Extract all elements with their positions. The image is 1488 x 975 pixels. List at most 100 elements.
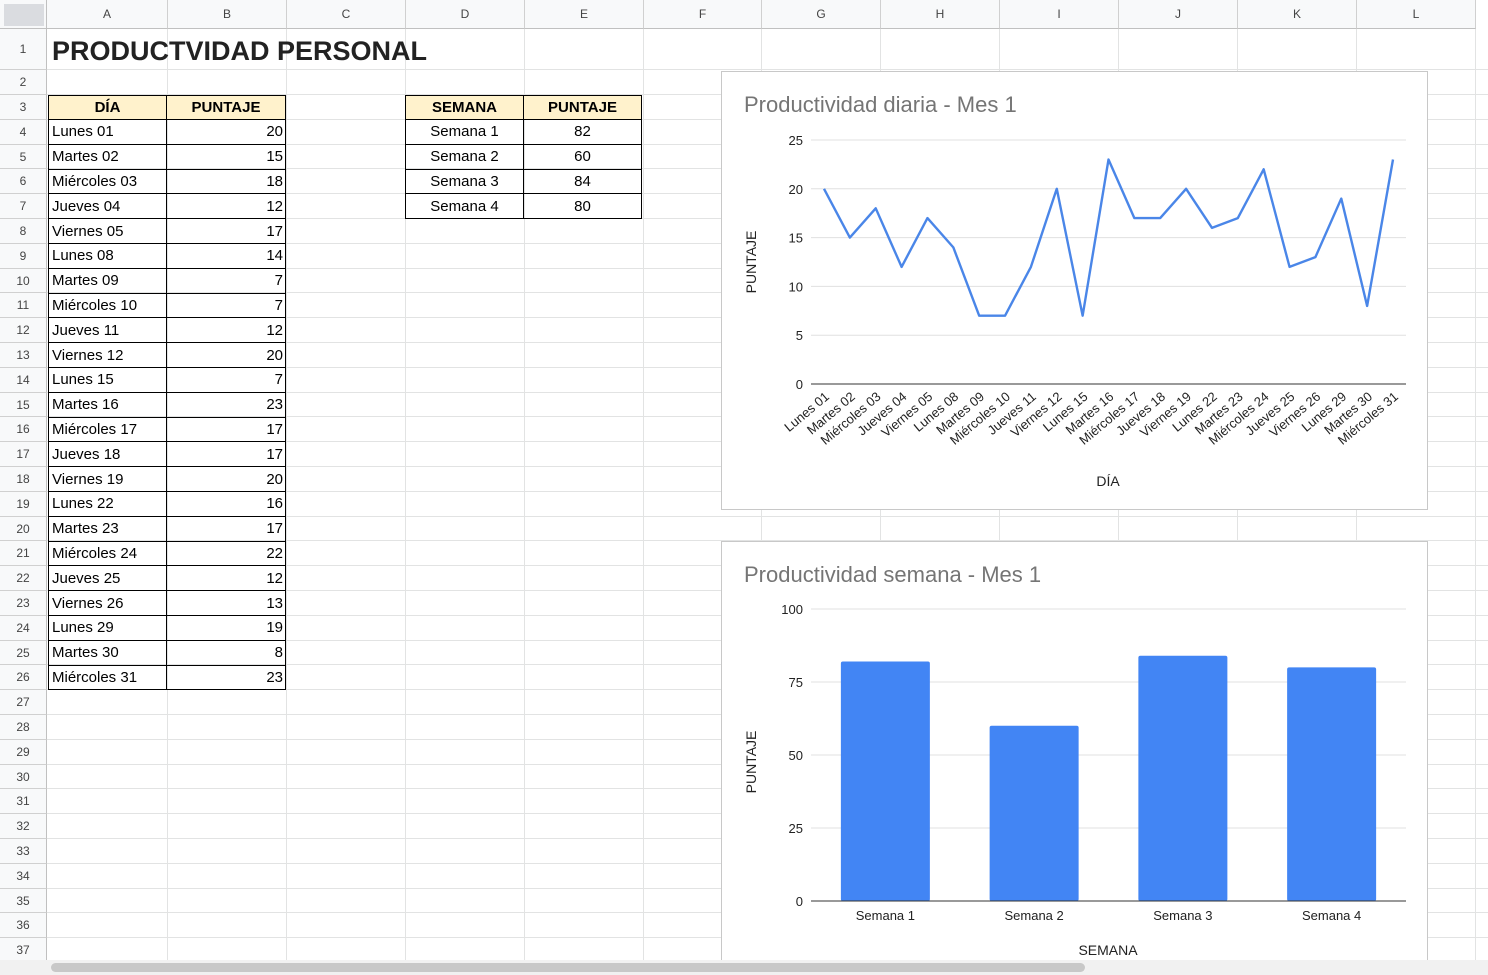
row-header[interactable]: 26 bbox=[0, 665, 47, 691]
score-cell[interactable]: 17 bbox=[166, 515, 286, 542]
row-header[interactable]: 1 bbox=[0, 29, 47, 70]
day-cell[interactable]: Martes 16 bbox=[48, 391, 167, 418]
weekly-productivity-chart[interactable]: Productividad semana - Mes 1 0 25 50 75 100 S… bbox=[721, 541, 1428, 960]
row-header[interactable]: 28 bbox=[0, 715, 47, 740]
bar[interactable] bbox=[989, 725, 1079, 901]
column-header[interactable]: L bbox=[1357, 0, 1476, 29]
row-header[interactable]: 32 bbox=[0, 814, 47, 839]
row-header[interactable]: 25 bbox=[0, 640, 47, 666]
column-header[interactable]: I bbox=[1000, 0, 1119, 29]
score-cell[interactable]: 15 bbox=[166, 143, 286, 170]
column-header[interactable]: J bbox=[1119, 0, 1238, 29]
day-cell[interactable]: Martes 23 bbox=[48, 515, 167, 542]
score-cell[interactable]: 8 bbox=[166, 639, 286, 666]
header-week-score[interactable]: PUNTAJE bbox=[523, 95, 642, 120]
day-cell[interactable]: Martes 02 bbox=[48, 143, 167, 170]
header-week[interactable]: SEMANA bbox=[405, 95, 524, 120]
header-day[interactable]: DÍA bbox=[48, 95, 167, 120]
row-header[interactable]: 19 bbox=[0, 491, 47, 517]
day-cell[interactable]: Jueves 25 bbox=[48, 565, 167, 592]
day-cell[interactable]: Lunes 15 bbox=[48, 366, 167, 393]
row-header[interactable]: 9 bbox=[0, 243, 47, 269]
bar[interactable] bbox=[1138, 655, 1228, 901]
row-header[interactable]: 35 bbox=[0, 888, 47, 914]
row-header[interactable]: 22 bbox=[0, 566, 47, 591]
row-header[interactable]: 14 bbox=[0, 367, 47, 393]
row-header[interactable]: 30 bbox=[0, 764, 47, 790]
day-cell[interactable]: Jueves 11 bbox=[48, 317, 167, 344]
score-cell[interactable]: 20 bbox=[166, 119, 286, 145]
row-header[interactable]: 6 bbox=[0, 169, 47, 195]
horizontal-scrollbar-thumb[interactable] bbox=[51, 963, 1085, 972]
score-cell[interactable]: 7 bbox=[166, 292, 286, 319]
row-header[interactable]: 4 bbox=[0, 119, 47, 145]
header-score[interactable]: PUNTAJE bbox=[166, 95, 286, 120]
row-header[interactable]: 2 bbox=[0, 70, 47, 95]
row-header[interactable]: 29 bbox=[0, 739, 47, 765]
row-header[interactable]: 34 bbox=[0, 863, 47, 889]
select-all-corner[interactable] bbox=[0, 0, 47, 29]
score-cell[interactable]: 12 bbox=[166, 317, 286, 344]
score-cell[interactable]: 12 bbox=[166, 565, 286, 592]
column-header[interactable]: A bbox=[47, 0, 168, 29]
column-header[interactable]: C bbox=[287, 0, 406, 29]
row-header[interactable]: 33 bbox=[0, 839, 47, 864]
day-cell[interactable]: Viernes 19 bbox=[48, 466, 167, 492]
day-cell[interactable]: Lunes 01 bbox=[48, 119, 167, 145]
row-header[interactable]: 8 bbox=[0, 219, 47, 244]
row-header[interactable]: 18 bbox=[0, 467, 47, 492]
row-header[interactable]: 31 bbox=[0, 789, 47, 815]
column-header[interactable]: D bbox=[406, 0, 525, 29]
score-cell[interactable]: 23 bbox=[166, 664, 286, 691]
day-cell[interactable]: Miércoles 24 bbox=[48, 540, 167, 567]
day-cell[interactable]: Martes 09 bbox=[48, 267, 167, 294]
score-cell[interactable]: 7 bbox=[166, 366, 286, 393]
day-cell[interactable]: Viernes 05 bbox=[48, 218, 167, 244]
column-header[interactable]: E bbox=[525, 0, 644, 29]
column-header[interactable]: F bbox=[644, 0, 762, 29]
score-cell[interactable]: 16 bbox=[166, 490, 286, 517]
score-cell[interactable]: 14 bbox=[166, 242, 286, 269]
day-cell[interactable]: Martes 30 bbox=[48, 639, 167, 666]
score-cell[interactable]: 22 bbox=[166, 540, 286, 567]
day-cell[interactable]: Viernes 12 bbox=[48, 342, 167, 368]
row-header[interactable]: 15 bbox=[0, 392, 47, 418]
row-header[interactable]: 20 bbox=[0, 516, 47, 542]
row-header[interactable]: 17 bbox=[0, 442, 47, 467]
bar[interactable] bbox=[1287, 667, 1377, 901]
row-header[interactable]: 12 bbox=[0, 318, 47, 343]
score-cell[interactable]: 7 bbox=[166, 267, 286, 294]
daily-productivity-chart[interactable]: Productividad diaria - Mes 1 0 5 10 15 20 25 L… bbox=[721, 71, 1428, 510]
row-header[interactable]: 10 bbox=[0, 268, 47, 294]
score-cell[interactable]: 18 bbox=[166, 168, 286, 195]
day-cell[interactable]: Lunes 22 bbox=[48, 490, 167, 517]
day-cell[interactable]: Miércoles 17 bbox=[48, 416, 167, 443]
column-header[interactable]: K bbox=[1238, 0, 1357, 29]
row-header[interactable]: 37 bbox=[0, 938, 47, 960]
row-header[interactable]: 16 bbox=[0, 417, 47, 443]
day-cell[interactable]: Miércoles 03 bbox=[48, 168, 167, 195]
week-cell[interactable]: Semana 3 bbox=[405, 168, 524, 195]
day-cell[interactable]: Miércoles 31 bbox=[48, 664, 167, 691]
score-cell[interactable]: 17 bbox=[166, 416, 286, 443]
day-cell[interactable]: Miércoles 10 bbox=[48, 292, 167, 319]
row-header[interactable]: 3 bbox=[0, 95, 47, 120]
week-score-cell[interactable]: 80 bbox=[523, 193, 642, 220]
row-header[interactable]: 23 bbox=[0, 591, 47, 616]
day-cell[interactable]: Lunes 08 bbox=[48, 242, 167, 269]
row-header[interactable]: 7 bbox=[0, 194, 47, 219]
week-score-cell[interactable]: 84 bbox=[523, 168, 642, 195]
row-header[interactable]: 36 bbox=[0, 913, 47, 939]
week-cell[interactable]: Semana 2 bbox=[405, 143, 524, 170]
row-header[interactable]: 5 bbox=[0, 144, 47, 170]
score-cell[interactable]: 20 bbox=[166, 466, 286, 492]
row-header[interactable]: 27 bbox=[0, 690, 47, 715]
bar[interactable] bbox=[840, 661, 930, 901]
row-header[interactable]: 21 bbox=[0, 541, 47, 567]
score-cell[interactable]: 23 bbox=[166, 391, 286, 418]
column-header[interactable]: G bbox=[762, 0, 881, 29]
column-header[interactable]: B bbox=[168, 0, 287, 29]
week-cell[interactable]: Semana 1 bbox=[405, 119, 524, 145]
score-cell[interactable]: 13 bbox=[166, 590, 286, 616]
day-cell[interactable]: Viernes 26 bbox=[48, 590, 167, 616]
